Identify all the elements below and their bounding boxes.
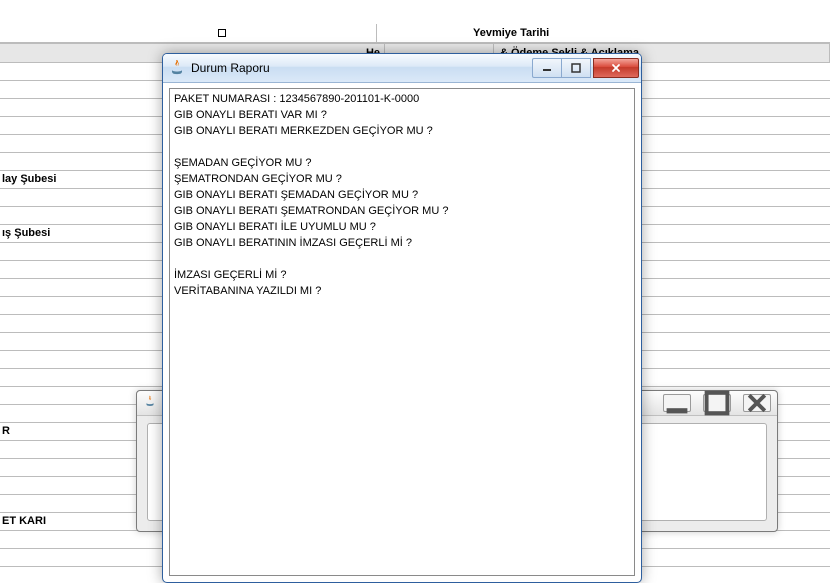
bg-col-yevmiye: Yevmiye Tarihi — [377, 24, 830, 42]
report-textarea[interactable]: PAKET NUMARASI : 1234567890-201101-K-000… — [169, 88, 635, 576]
bg-dialog-max-button[interactable] — [703, 394, 731, 412]
bg-dialog-close-button[interactable] — [743, 394, 771, 412]
minimize-button[interactable] — [532, 58, 561, 78]
close-button[interactable] — [593, 58, 639, 78]
maximize-button[interactable] — [561, 58, 591, 78]
dialog-title: Durum Raporu — [191, 61, 532, 75]
dialog-titlebar[interactable]: Durum Raporu — [163, 54, 641, 83]
bg-dialog-min-button[interactable] — [663, 394, 691, 412]
status-report-dialog: Durum Raporu PAKET NUMARASI : 1234567890… — [162, 53, 642, 583]
bg-top-row: Yevmiye Tarihi — [0, 24, 830, 43]
java-icon — [169, 60, 185, 76]
java-icon — [143, 395, 157, 409]
selection-handle[interactable] — [218, 29, 226, 37]
